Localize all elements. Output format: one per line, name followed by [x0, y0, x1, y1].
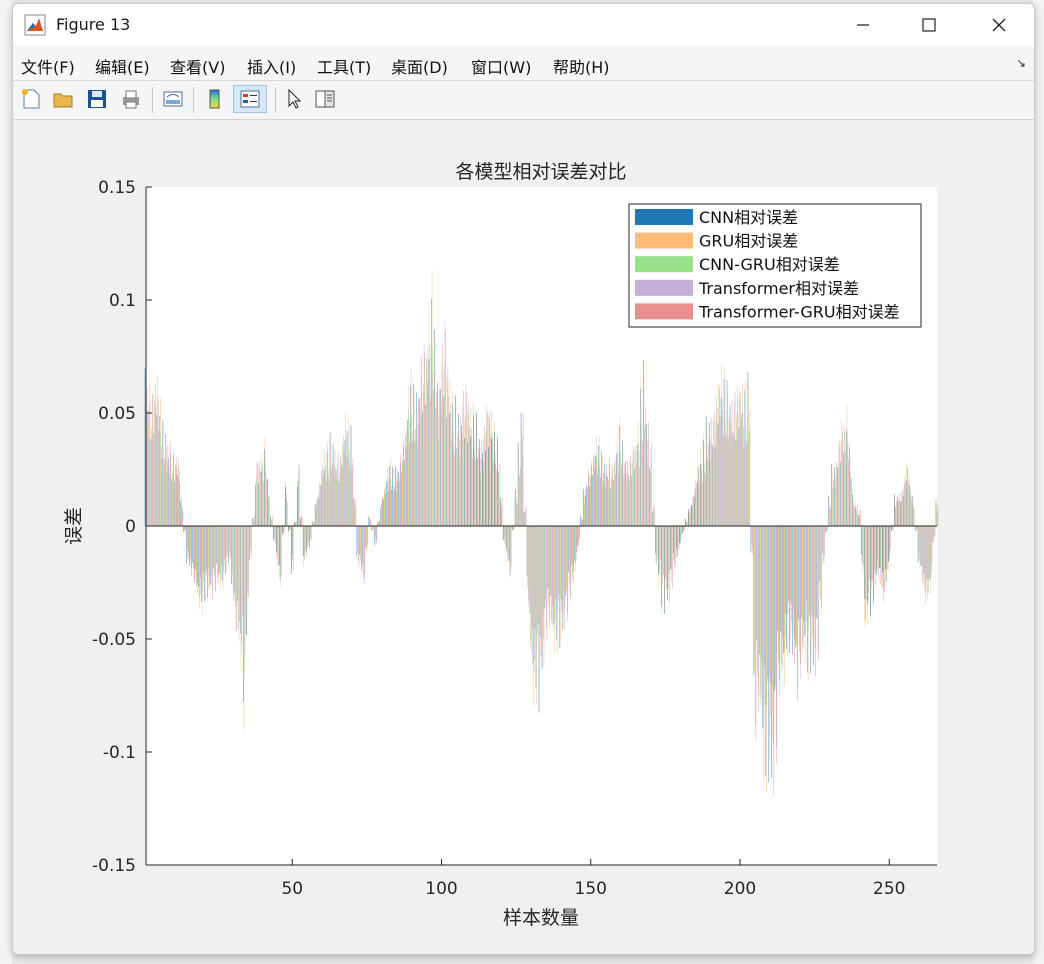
legend[interactable]: CNN相对误差 GRU相对误差 CNN-GRU相对误差 Transformer相对误差… — [628, 203, 922, 328]
menu-tools[interactable]: 工具(T) — [317, 54, 371, 78]
menu-edit[interactable]: 编辑(E) — [95, 54, 150, 78]
y-tick-label: -0.15 — [92, 856, 136, 876]
x-tick-label: 50 — [281, 879, 303, 899]
matlab-logo-icon — [24, 14, 46, 36]
legend-label: Transformer-GRU相对误差 — [698, 302, 900, 321]
legend-swatch — [635, 232, 693, 249]
link-plot-icon — [163, 91, 183, 107]
legend-swatch — [635, 279, 693, 296]
save-button[interactable] — [83, 85, 111, 113]
pointer-button[interactable] — [279, 85, 307, 113]
y-tick-label: 0.1 — [109, 291, 136, 311]
legend-icon — [240, 90, 260, 108]
minimize-icon — [857, 24, 869, 26]
toolbar — [13, 81, 1034, 120]
property-editor-button[interactable] — [311, 85, 339, 113]
toolbar-separator — [275, 87, 276, 113]
print-icon — [123, 90, 139, 109]
legend-swatch — [635, 303, 693, 320]
legend-label: GRU相对误差 — [699, 232, 798, 251]
legend-label: Transformer相对误差 — [698, 279, 859, 298]
property-editor-icon — [315, 90, 335, 108]
x-tick-label: 200 — [724, 879, 756, 899]
title-bar: Figure 13 — [13, 4, 1034, 46]
save-icon — [88, 90, 106, 108]
print-button[interactable] — [117, 85, 145, 113]
menu-file[interactable]: 文件(F) — [21, 54, 75, 78]
y-ticks: 0.15 0.1 0.05 0 -0.05 -0.1 -0.15 — [92, 178, 152, 876]
x-axis-label: 样本数量 — [503, 907, 579, 929]
legend-label: CNN-GRU相对误差 — [699, 255, 840, 274]
x-tick-label: 100 — [425, 879, 457, 899]
colorbar-button[interactable] — [201, 85, 229, 113]
background-window — [0, 0, 12, 964]
y-tick-label: 0.15 — [98, 178, 136, 198]
menu-view[interactable]: 查看(V) — [170, 54, 225, 78]
y-tick-label: -0.05 — [92, 630, 136, 650]
new-figure-button[interactable] — [17, 85, 45, 113]
x-tick-label: 250 — [873, 879, 905, 899]
menu-bar: 文件(F) 编辑(E) 查看(V) 插入(I) 工具(T) 桌面(D) 窗口(W… — [13, 46, 1034, 81]
colorbar-icon — [209, 89, 220, 109]
menu-insert[interactable]: 插入(I) — [247, 54, 296, 78]
bar-chart: 0.15 0.1 0.05 0 -0.05 -0.1 -0.15 50 100 150 200 25… — [63, 161, 939, 929]
y-axis-label: 误差 — [63, 507, 85, 545]
y-tick-label: 0 — [125, 517, 136, 537]
maximize-icon — [922, 18, 936, 32]
pointer-icon — [288, 88, 302, 109]
menu-desktop[interactable]: 桌面(D) — [391, 54, 448, 78]
open-file-icon — [53, 93, 73, 108]
dock-arrow-icon[interactable]: ↘ — [1016, 56, 1026, 70]
new-figure-icon — [22, 89, 40, 109]
close-icon — [992, 18, 1006, 32]
close-button[interactable] — [964, 4, 1034, 46]
menu-window[interactable]: 窗口(W) — [471, 54, 531, 78]
toolbar-separator — [152, 87, 153, 113]
figure-window: Figure 13 文件(F) 编辑(E) 查看(V) 插入(I) 工具(T) … — [12, 3, 1035, 955]
open-file-button[interactable] — [49, 85, 77, 113]
x-tick-label: 150 — [575, 879, 607, 899]
maximize-button[interactable] — [894, 4, 964, 46]
legend-button[interactable] — [233, 85, 267, 113]
y-tick-label: 0.05 — [98, 404, 136, 424]
legend-swatch — [635, 256, 693, 273]
y-tick-label: -0.1 — [103, 743, 136, 763]
legend-swatch — [635, 209, 693, 225]
link-plot-button[interactable] — [159, 85, 187, 113]
legend-label: CNN相对误差 — [699, 208, 798, 227]
menu-help[interactable]: 帮助(H) — [553, 54, 610, 78]
chart-title: 各模型相对误差对比 — [455, 161, 626, 183]
figure-canvas: 0.15 0.1 0.05 0 -0.05 -0.1 -0.15 50 100 150 200 25… — [13, 120, 1034, 954]
window-title: Figure 13 — [56, 15, 131, 34]
minimize-button[interactable] — [828, 4, 898, 46]
toolbar-separator — [193, 87, 194, 113]
